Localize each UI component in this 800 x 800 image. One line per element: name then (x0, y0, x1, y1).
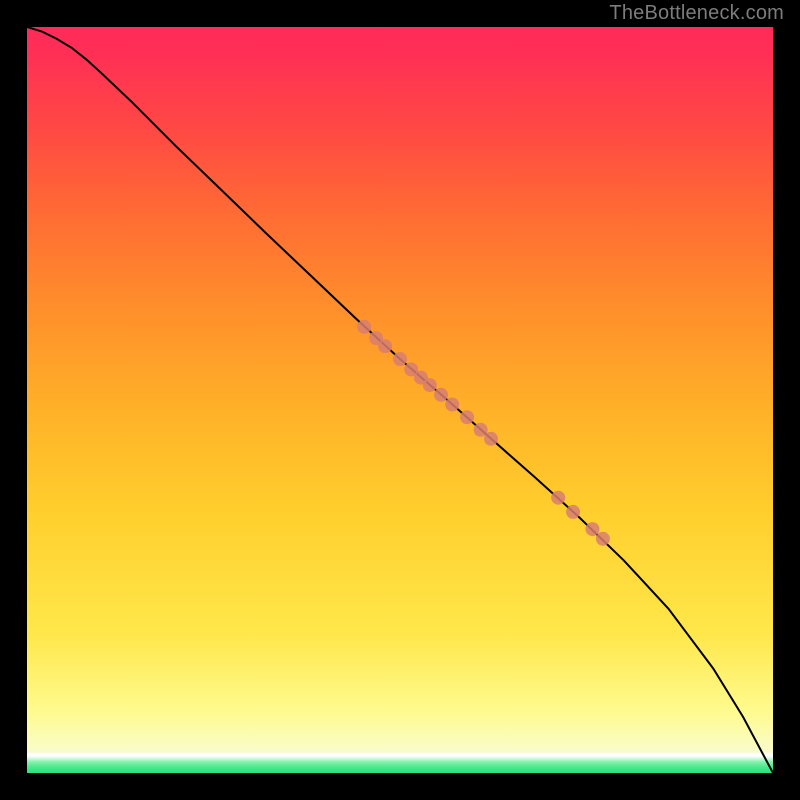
marker-dot (445, 398, 459, 412)
marker-dot (357, 320, 371, 334)
marker-dot (434, 388, 448, 402)
marker-dot (393, 352, 407, 366)
marker-dot (484, 432, 498, 446)
watermark-text: TheBottleneck.com (609, 2, 784, 25)
marker-dot (566, 505, 580, 519)
chart-stage: TheBottleneck.com (0, 0, 800, 800)
marker-dot (586, 522, 600, 536)
marker-dot (596, 532, 610, 546)
plot-svg (27, 27, 773, 773)
marker-dot (423, 378, 437, 392)
marker-dot (460, 410, 474, 424)
marker-dot (378, 339, 392, 353)
marker-dot (551, 491, 565, 505)
plot-area (27, 27, 773, 773)
curve-line (27, 27, 773, 773)
